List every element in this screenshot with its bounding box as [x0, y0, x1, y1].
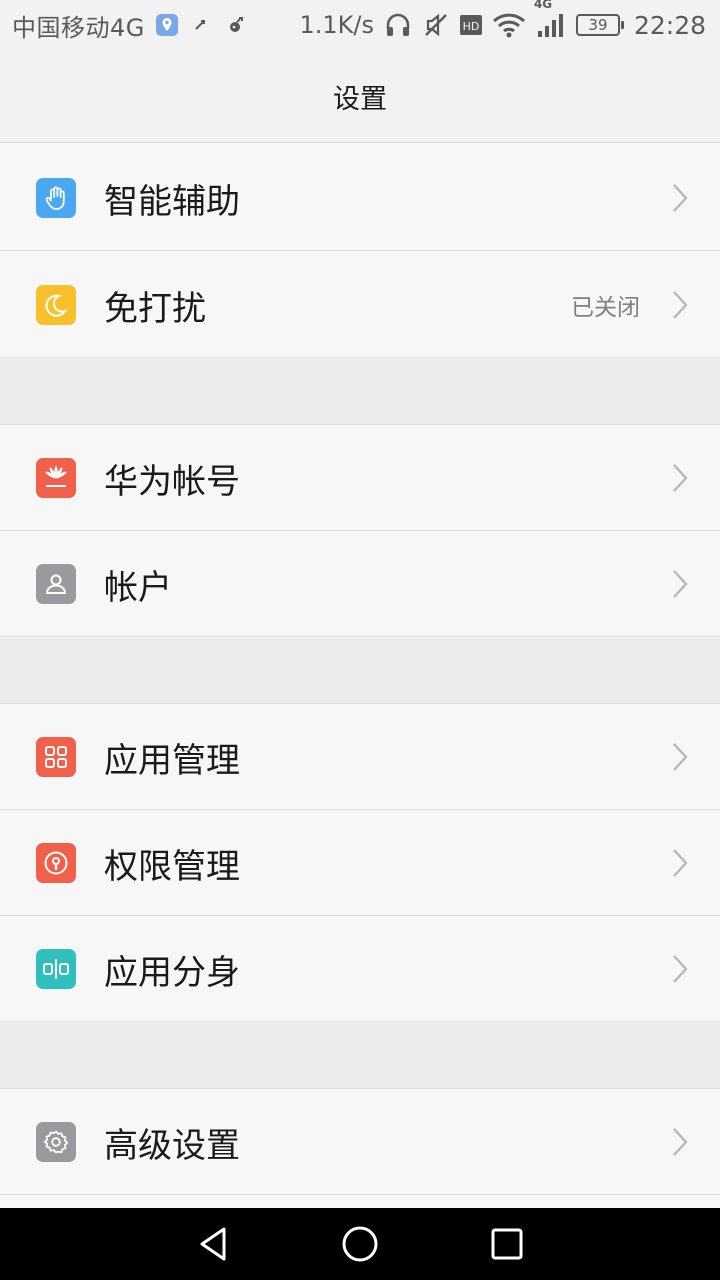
settings-item-label: 应用分身	[104, 952, 240, 993]
settings-item-label: 高级设置	[104, 1125, 240, 1166]
recents-icon[interactable]	[477, 1214, 537, 1274]
dnd-status-value: 已关闭	[571, 295, 640, 321]
user-icon	[36, 564, 76, 604]
settings-item-label: 智能辅助	[104, 181, 240, 222]
settings-item-label: 应用管理	[104, 740, 240, 781]
keyhole-icon	[36, 843, 76, 883]
hand-icon	[36, 178, 76, 218]
page-title: 设置	[333, 83, 387, 115]
battery-level: 39	[588, 16, 608, 34]
status-right: 1.1K/s HD 4G 39 22:28	[299, 0, 706, 40]
back-icon[interactable]	[183, 1214, 243, 1274]
section-divider	[0, 359, 720, 425]
home-icon[interactable]	[330, 1214, 390, 1274]
settings-item-accounts[interactable]: 帐户	[0, 531, 720, 637]
hd-icon: HD	[459, 15, 482, 35]
hd-badge: HD	[463, 20, 480, 33]
settings-item-permissions[interactable]: 权限管理	[0, 810, 720, 916]
settings-item-label: 帐户	[104, 567, 172, 608]
chevron-right-icon	[668, 1127, 692, 1157]
chevron-right-icon	[668, 463, 692, 493]
huawei-logo-icon	[36, 458, 76, 498]
settings-item-label: 免打扰	[104, 288, 206, 329]
signal-icon: 4G	[534, 0, 566, 39]
settings-item-smart-assist[interactable]: 智能辅助	[0, 145, 720, 251]
section-divider	[0, 1023, 720, 1089]
settings-item-huawei-id[interactable]: 华为帐号	[0, 425, 720, 531]
headset-icon	[384, 11, 412, 39]
title-bar: 设置	[0, 50, 720, 143]
settings-item-app-twin[interactable]: 应用分身	[0, 916, 720, 1022]
carrier-label: 中国移动4G	[12, 13, 145, 42]
chevron-right-icon	[668, 183, 692, 213]
location-icon	[155, 13, 179, 37]
network-speed: 1.1K/s	[299, 11, 374, 39]
app-twin-icon	[36, 949, 76, 989]
mute-icon	[422, 11, 450, 39]
navigation-bar	[0, 1208, 720, 1280]
settings-item-do-not-disturb[interactable]: 免打扰 已关闭	[0, 252, 720, 358]
status-left: 中国移动4G	[12, 8, 247, 43]
apps-grid-icon	[36, 737, 76, 777]
moon-icon	[36, 285, 76, 325]
chevron-right-icon	[668, 848, 692, 878]
wifi-icon	[492, 12, 526, 38]
chevron-right-icon	[668, 742, 692, 772]
chevron-right-icon	[668, 569, 692, 599]
battery-icon: 39	[575, 14, 624, 36]
status-bar: 中国移动4G 1.1K/s HD 4G 39 22:28	[0, 0, 720, 50]
chevron-right-icon	[668, 290, 692, 320]
gear-icon	[36, 1122, 76, 1162]
settings-item-label: 华为帐号	[104, 461, 240, 502]
debug-icon	[223, 13, 247, 37]
clock: 22:28	[633, 10, 706, 40]
section-divider	[0, 638, 720, 704]
usb-icon	[189, 13, 213, 37]
chevron-right-icon	[668, 954, 692, 984]
settings-item-label: 权限管理	[104, 846, 240, 887]
settings-item-app-management[interactable]: 应用管理	[0, 704, 720, 810]
network-badge: 4G	[533, 0, 553, 11]
settings-item-advanced[interactable]: 高级设置	[0, 1089, 720, 1195]
